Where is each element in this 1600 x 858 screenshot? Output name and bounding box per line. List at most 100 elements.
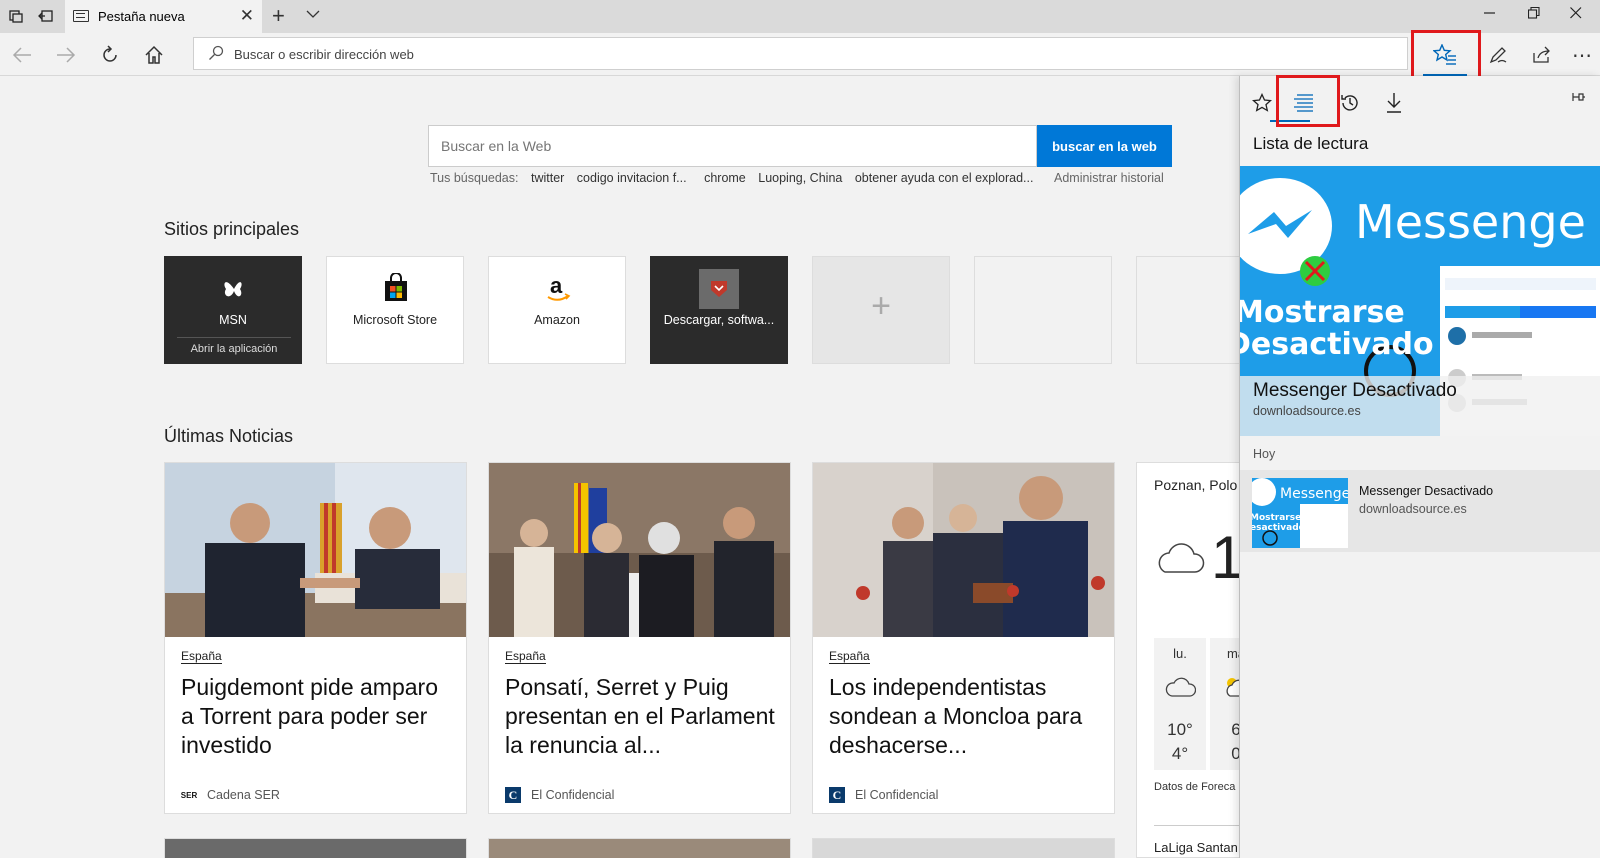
set-aside-tabs-icon[interactable] xyxy=(36,6,56,26)
cloud-icon xyxy=(1164,674,1197,703)
recent-search-item[interactable]: Luoping, China xyxy=(758,171,842,185)
add-plus-icon: + xyxy=(871,287,891,325)
pin-icon[interactable] xyxy=(1570,90,1586,107)
top-site-microsoft-store[interactable]: Microsoft Store xyxy=(326,256,464,364)
sports-footer-text[interactable]: LaLiga Santan xyxy=(1154,840,1238,855)
top-site-label: MSN xyxy=(219,313,247,327)
news-card-partial[interactable] xyxy=(812,838,1115,858)
add-top-site-tile[interactable]: + xyxy=(812,256,950,364)
empty-top-site-tile[interactable] xyxy=(974,256,1112,364)
recent-search-item[interactable]: twitter xyxy=(531,171,564,185)
top-site-label: Amazon xyxy=(534,313,580,327)
top-site-msn[interactable]: MSN Abrir la aplicación xyxy=(164,256,302,364)
navigation-bar: Buscar o escribir dirección web ⋯ xyxy=(0,33,1600,76)
web-search-input[interactable] xyxy=(441,138,1021,154)
notes-pen-icon[interactable] xyxy=(1484,41,1512,69)
news-card-partial[interactable] xyxy=(164,838,467,858)
address-bar[interactable]: Buscar o escribir dirección web xyxy=(193,37,1408,70)
news-category[interactable]: España xyxy=(505,649,546,664)
news-category[interactable]: España xyxy=(181,649,222,664)
thumb-text-line-2: esactivado xyxy=(1252,523,1305,533)
news-category[interactable]: España xyxy=(829,649,870,664)
thumb-title-text: Messenge xyxy=(1280,486,1348,502)
news-photo xyxy=(489,463,790,637)
tab-preview-chevron-icon[interactable] xyxy=(306,6,320,22)
web-search-box[interactable] xyxy=(428,125,1037,167)
featured-item-source: downloadsource.es xyxy=(1253,404,1361,418)
more-options-icon[interactable]: ⋯ xyxy=(1568,41,1596,69)
thumb-text-line-1: Mostrarse xyxy=(1252,513,1301,523)
search-icon xyxy=(208,45,224,65)
top-site-amazon[interactable]: a Amazon xyxy=(488,256,626,364)
tab-close-icon[interactable]: ✕ xyxy=(240,6,254,26)
featured-image-text-line-1: Mostrarse xyxy=(1240,295,1405,330)
amazon-logo-icon: a xyxy=(543,273,573,303)
hub-downloads-icon[interactable] xyxy=(1379,88,1409,118)
weather-day: lu. 10° 4° xyxy=(1154,638,1206,770)
tab-favicon-icon xyxy=(73,10,89,22)
empty-top-site-tile[interactable] xyxy=(1136,256,1239,364)
home-icon[interactable] xyxy=(140,41,168,69)
reading-list-item-title: Messenger Desactivado xyxy=(1359,484,1494,498)
top-site-download-software[interactable]: Descargar, softwa... xyxy=(650,256,788,364)
cloud-icon xyxy=(1153,539,1205,580)
news-headline[interactable]: Puigdemont pide amparo a Torrent para po… xyxy=(181,673,456,760)
web-search-button[interactable]: buscar en la web xyxy=(1037,125,1172,167)
recent-search-item[interactable]: codigo invitacion f... xyxy=(577,171,687,185)
featured-image-title-text: Messenge xyxy=(1355,195,1586,249)
recent-searches-label: Tus búsquedas: xyxy=(430,171,519,185)
weather-credit[interactable]: Datos de Foreca | xyxy=(1154,781,1241,793)
refresh-icon[interactable] xyxy=(96,41,124,69)
news-headline[interactable]: Los independentistas sondean a Moncloa p… xyxy=(829,673,1104,760)
top-sites-title: Sitios principales xyxy=(164,219,300,239)
tab-title: Pestaña nueva xyxy=(98,9,185,24)
store-bag-icon xyxy=(381,273,411,303)
el-confidencial-logo-icon: C xyxy=(505,787,521,803)
recent-search-item[interactable]: obtener ayuda con el explorad... xyxy=(855,171,1034,185)
reading-list-thumbnail: Messenge Mostrarse esactivado xyxy=(1252,478,1348,548)
news-card[interactable]: España Puigdemont pide amparo a Torrent … xyxy=(164,462,467,814)
reading-list-item-source: downloadsource.es xyxy=(1359,502,1467,516)
tab-manager-icon[interactable] xyxy=(6,6,26,26)
minimize-icon[interactable] xyxy=(1484,6,1496,23)
hub-favorites-star-icon[interactable] xyxy=(1247,88,1277,118)
latest-news-title: Últimas Noticias xyxy=(164,426,294,446)
weather-divider xyxy=(1154,825,1244,826)
reading-list-featured-item[interactable]: Messenge Mostrarse Desactivado Messenger… xyxy=(1240,166,1600,436)
el-confidencial-logo-icon: C xyxy=(829,787,845,803)
reading-list-item[interactable]: Messenge Mostrarse esactivado Messenger … xyxy=(1240,470,1600,552)
news-headline[interactable]: Ponsatí, Serret y Puig presentan en el P… xyxy=(505,673,780,760)
news-photo xyxy=(813,463,1114,637)
weather-day-low: 4° xyxy=(1171,744,1189,763)
restore-icon[interactable] xyxy=(1527,6,1540,23)
weather-day-high: 10° xyxy=(1167,720,1193,739)
open-app-link[interactable]: Abrir la aplicación xyxy=(177,337,291,355)
news-card[interactable]: España Ponsatí, Serret y Puig presentan … xyxy=(488,462,791,814)
manage-history-link[interactable]: Administrar historial xyxy=(1054,171,1164,185)
featured-image-text-line-2: Desactivado xyxy=(1240,327,1434,362)
weather-widget[interactable]: Poznan, Polo 1 lu. 10° 4° ma 6 0 Datos d… xyxy=(1136,462,1246,858)
back-arrow-icon[interactable] xyxy=(8,41,36,69)
tab-new-tab[interactable]: Pestaña nueva ✕ xyxy=(65,0,262,33)
recent-search-item[interactable]: chrome xyxy=(704,171,746,185)
reading-list-highlight-box xyxy=(1276,75,1340,127)
forward-arrow-icon[interactable] xyxy=(52,41,80,69)
news-source: Cadena SER xyxy=(207,788,280,802)
recent-searches: Tus búsquedas: twitter codigo invitacion… xyxy=(430,171,1164,185)
msn-butterfly-icon xyxy=(219,273,249,303)
cadena-ser-logo-icon: SER xyxy=(180,790,198,800)
share-icon[interactable] xyxy=(1528,41,1556,69)
tab-bar: Pestaña nueva ✕ + xyxy=(0,0,1600,33)
close-window-icon[interactable] xyxy=(1570,6,1582,23)
news-source: El Confidencial xyxy=(855,788,939,802)
new-tab-plus-icon[interactable]: + xyxy=(272,3,285,29)
featured-item-title: Messenger Desactivado xyxy=(1253,380,1457,401)
download-site-icon xyxy=(699,269,739,309)
news-source: El Confidencial xyxy=(531,788,615,802)
reading-list-group-label: Hoy xyxy=(1253,447,1276,461)
news-card[interactable]: España Los independentistas sondean a Mo… xyxy=(812,462,1115,814)
address-placeholder: Buscar o escribir dirección web xyxy=(234,47,414,62)
reading-list-title: Lista de lectura xyxy=(1253,134,1369,153)
hub-panel: Lista de lectura Messenge Mostrarse Desa… xyxy=(1239,75,1600,858)
news-card-partial[interactable] xyxy=(488,838,791,858)
